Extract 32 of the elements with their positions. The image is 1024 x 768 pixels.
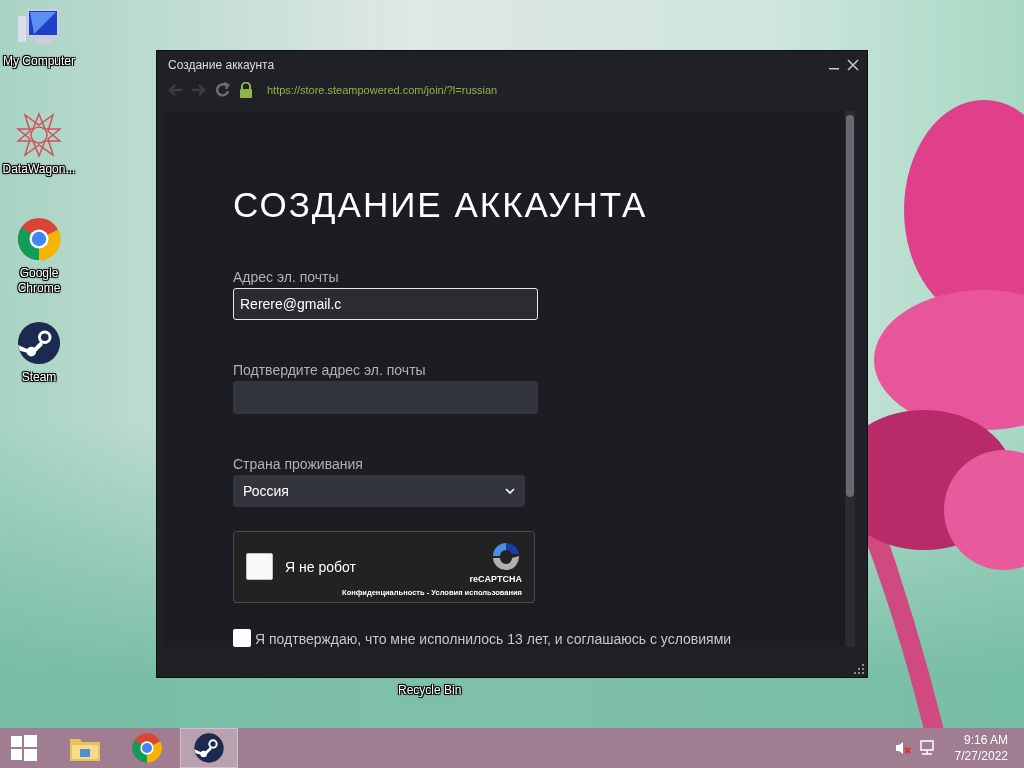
close-icon[interactable] (847, 59, 859, 71)
muted-speaker-icon[interactable] (894, 740, 911, 756)
field-label: Адрес эл. почты (233, 269, 340, 285)
agree-text: Я подтверждаю, что мне исполнилось 13 лет, и соглашаюсь с условиями (255, 631, 732, 647)
email-input-field[interactable]: Rerere@gmail.c (233, 288, 538, 321)
field-label: Страна проживания (233, 455, 364, 472)
captcha-label: Я не робот (285, 558, 357, 575)
clock[interactable]: 9:16 AM 7/27/2022 (954, 732, 1008, 764)
url-text[interactable]: https://store.steampowered.com/join/?l=russian (267, 84, 498, 96)
resize-grip-icon[interactable] (854, 664, 864, 674)
windows-logo-icon (11, 735, 37, 761)
scrollbar-thumb[interactable] (846, 115, 854, 497)
scrollbar[interactable] (845, 111, 855, 647)
window-title: Создание аккаунта (168, 58, 276, 72)
email-input-field[interactable] (233, 381, 538, 414)
network-icon[interactable] (918, 740, 935, 756)
star-pattern-icon (16, 112, 62, 158)
taskbar-app-button[interactable] (180, 728, 238, 768)
chevron-down-icon (505, 487, 515, 494)
chrome-icon (131, 732, 163, 764)
desktop-icon-label[interactable]: Recycle Bin (398, 683, 462, 697)
steam-icon (16, 320, 62, 366)
country-dropdown[interactable]: Россия (233, 474, 525, 507)
padlock-icon (239, 82, 253, 98)
captcha-checkbox[interactable] (246, 553, 273, 581)
recaptcha-brand: reCAPTCHA (469, 573, 522, 584)
page-heading: СОЗДАНИЕ АККАУНТА (233, 185, 649, 225)
reload-icon[interactable] (215, 82, 231, 98)
agree-checkbox[interactable] (233, 629, 251, 647)
field-label: Подтвердите адрес эл. почты (233, 362, 427, 379)
steam-icon (193, 732, 225, 764)
chrome-icon (16, 216, 62, 262)
